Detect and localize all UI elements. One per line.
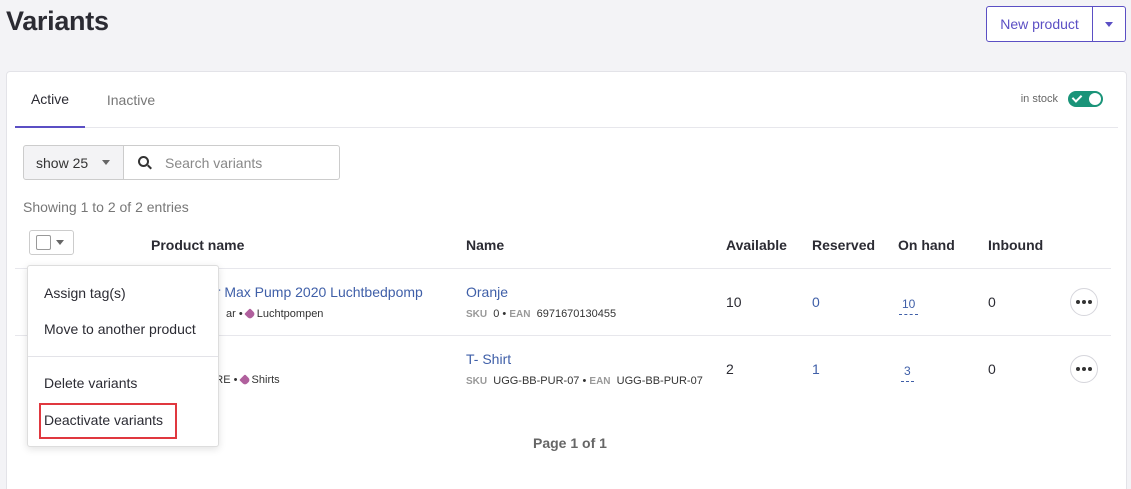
- menu-item-delete-variants[interactable]: Delete variants: [44, 375, 137, 391]
- new-product-button-group: New product: [986, 6, 1126, 42]
- search-input[interactable]: [165, 154, 325, 171]
- new-product-dropdown-button[interactable]: [1093, 6, 1126, 42]
- chevron-down-icon: [102, 160, 111, 165]
- variant-name-link[interactable]: Oranje: [466, 284, 508, 300]
- page-size-value: show 25: [36, 154, 89, 171]
- highlight-box: [39, 403, 177, 439]
- search-icon: [138, 155, 152, 170]
- in-stock-toggle[interactable]: [1068, 91, 1103, 107]
- row-actions-button[interactable]: [1070, 288, 1098, 316]
- in-stock-filter: in stock: [1021, 91, 1103, 107]
- reserved-link[interactable]: 1: [812, 361, 820, 377]
- column-header-on-hand[interactable]: On hand: [898, 237, 955, 253]
- tab-active[interactable]: Active: [15, 72, 85, 128]
- column-header-reserved[interactable]: Reserved: [812, 237, 875, 253]
- product-meta: ar • Luchtpompen: [226, 308, 324, 320]
- search-box: [123, 145, 340, 180]
- variant-name-link[interactable]: T- Shirt: [466, 351, 511, 367]
- chevron-down-icon: [1105, 21, 1113, 27]
- page-title: Variants: [6, 6, 109, 36]
- menu-item-assign-tags[interactable]: Assign tag(s): [44, 285, 126, 301]
- product-tag: Luchtpompen: [256, 308, 324, 320]
- available-value: 10: [726, 294, 742, 310]
- on-hand-link[interactable]: 3: [901, 362, 914, 382]
- entries-info: Showing 1 to 2 of 2 entries: [23, 199, 189, 215]
- menu-item-move-to-product[interactable]: Move to another product: [44, 321, 196, 337]
- toggle-knob: [1089, 93, 1101, 105]
- page-size-select[interactable]: show 25: [23, 145, 124, 180]
- bulk-actions-menu: Assign tag(s) Move to another product De…: [27, 265, 219, 447]
- product-tag: Shirts: [251, 374, 280, 386]
- select-all-checkbox[interactable]: [36, 235, 51, 250]
- tab-bar: Active Inactive in stock: [15, 72, 1118, 128]
- variant-codes: SKU UGG-BB-PUR-07 • EAN UGG-BB-PUR-07: [466, 375, 703, 387]
- on-hand-link[interactable]: 10: [899, 295, 919, 315]
- row-actions-button[interactable]: [1070, 355, 1098, 383]
- column-header-available[interactable]: Available: [726, 237, 787, 253]
- menu-divider: [28, 356, 218, 357]
- in-stock-label: in stock: [1020, 93, 1058, 105]
- inbound-value: 0: [988, 361, 996, 377]
- column-header-inbound[interactable]: Inbound: [988, 237, 1043, 253]
- product-name-link[interactable]: ar Max Pump 2020 Luchtbedpomp: [208, 284, 423, 300]
- bulk-select-dropdown[interactable]: [29, 230, 74, 255]
- pagination-info: Page 1 of 1: [533, 435, 607, 451]
- check-icon: [1071, 92, 1083, 103]
- reserved-link[interactable]: 0: [812, 294, 820, 310]
- chevron-down-icon: [56, 240, 64, 245]
- available-value: 2: [726, 361, 734, 377]
- tab-inactive[interactable]: Inactive: [101, 72, 161, 128]
- inbound-value: 0: [988, 294, 996, 310]
- column-header-product-name[interactable]: Product name: [151, 237, 244, 253]
- variant-codes: SKU 0 • EAN 6971670130455: [466, 308, 617, 320]
- column-header-name[interactable]: Name: [466, 237, 504, 253]
- product-brand: ar: [226, 308, 236, 320]
- new-product-button[interactable]: New product: [986, 6, 1093, 42]
